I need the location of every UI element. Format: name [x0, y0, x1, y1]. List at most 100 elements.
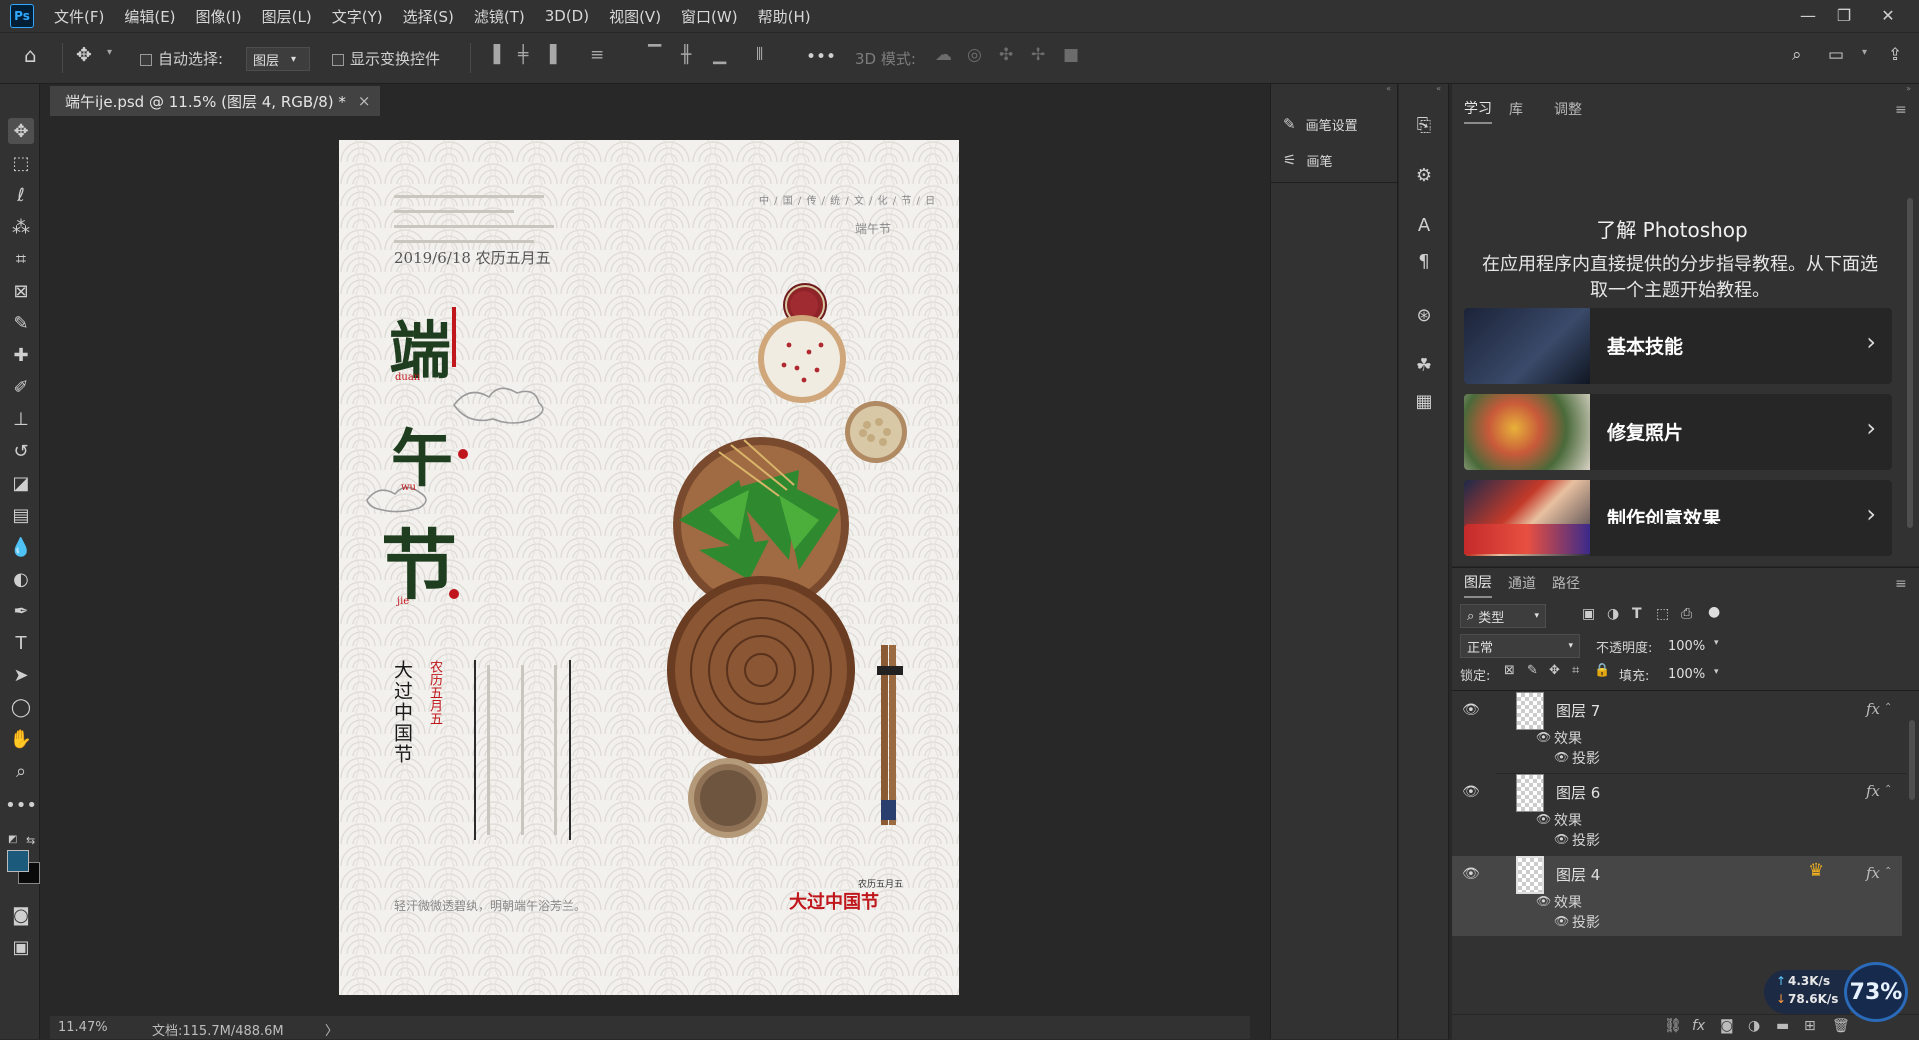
align-center-icon[interactable]: ╪	[518, 45, 528, 65]
tab-paths[interactable]: 路径	[1552, 568, 1580, 598]
learn-scrollbar[interactable]	[1907, 198, 1913, 528]
close-window-button[interactable]: ✕	[1866, 0, 1910, 30]
screen-mode-icon[interactable]: ▣	[8, 934, 34, 960]
align-right-icon[interactable]: ▌	[550, 45, 563, 65]
drop-shadow-eye-icon[interactable]: 👁	[1554, 832, 1569, 846]
layer-filter-dropdown[interactable]: ⌕ 类型 ▾	[1460, 604, 1546, 628]
menu-help[interactable]: 帮助(H)	[758, 6, 811, 27]
layer-fx-icon[interactable]: fx	[1866, 700, 1880, 718]
tab-libraries[interactable]: 库	[1509, 94, 1523, 124]
history-brush-icon[interactable]: ↺	[8, 438, 34, 464]
layer-fx-icon[interactable]: fx	[1866, 864, 1880, 882]
menu-layer[interactable]: 图层(L)	[262, 6, 312, 27]
workspace-chevron-icon[interactable]: ▾	[1862, 47, 1867, 58]
menu-filter[interactable]: 滤镜(T)	[474, 6, 525, 27]
zoom-tool-icon[interactable]: ⌕	[8, 758, 34, 784]
healing-brush-icon[interactable]: ✚	[8, 342, 34, 368]
fill-input[interactable]: 100%	[1668, 662, 1708, 686]
swatches-panel-icon[interactable]: ☘	[1411, 352, 1437, 378]
tab-channels[interactable]: 通道	[1508, 568, 1536, 598]
add-style-icon[interactable]: fx	[1692, 1018, 1705, 1034]
layer-row[interactable]: 👁 图层 7 fx ⌃ 👁 效果 👁 投影	[1452, 692, 1902, 772]
new-adjustment-icon[interactable]: ◑	[1748, 1018, 1760, 1034]
close-document-button[interactable]: ×	[358, 92, 371, 110]
menu-file[interactable]: 文件(F)	[54, 6, 104, 27]
lock-pixels-icon[interactable]: ✎	[1527, 663, 1538, 678]
lock-all-icon[interactable]: 🔒	[1594, 663, 1610, 678]
link-layers-icon[interactable]: ⛓	[1664, 1018, 1682, 1034]
layer-row[interactable]: 👁 图层 6 fx ⌃ 👁 效果 👁 投影	[1452, 774, 1902, 854]
brush-settings-item[interactable]: ✎ 画笔设置	[1283, 110, 1358, 138]
expand-arrow-icon[interactable]: ⌃	[1884, 702, 1892, 713]
panel-menu-icon[interactable]: ≡	[1895, 102, 1907, 118]
expand-arrow-icon[interactable]: ⌃	[1884, 866, 1892, 877]
move-tool-icon[interactable]: ✥	[8, 118, 34, 144]
tab-adjustments[interactable]: 调整	[1554, 94, 1582, 124]
effects-eye-icon[interactable]: 👁	[1536, 730, 1551, 744]
opacity-chevron-icon[interactable]: ▾	[1714, 638, 1719, 648]
search-icon[interactable]: ⌕	[1792, 45, 1802, 65]
ellipse-tool-icon[interactable]: ◯	[8, 694, 34, 720]
move-tool-icon[interactable]: ✥	[76, 44, 92, 66]
layer-fx-icon[interactable]: fx	[1866, 782, 1880, 800]
crop-tool-icon[interactable]: ⌗	[8, 246, 34, 272]
filter-shape-icon[interactable]: ⬚	[1656, 606, 1669, 622]
gradient-tool-icon[interactable]: ▤	[8, 502, 34, 528]
dodge-tool-icon[interactable]: ◐	[8, 566, 34, 592]
effects-eye-icon[interactable]: 👁	[1536, 812, 1551, 826]
home-icon[interactable]: ⌂	[24, 43, 37, 67]
status-expand-arrow[interactable]: 〉	[325, 1020, 338, 1039]
edit-toolbar-icon[interactable]: •••	[5, 792, 37, 818]
filter-type-icon[interactable]: T	[1632, 606, 1642, 622]
lock-position-icon[interactable]: ✥	[1549, 663, 1560, 678]
menu-3d[interactable]: 3D(D)	[545, 7, 589, 25]
collapse-arrows-icon[interactable]: «	[1399, 84, 1449, 94]
tutorial-basic-skills[interactable]: 基本技能 ›	[1464, 308, 1892, 384]
properties-panel-icon[interactable]: ⚙	[1411, 162, 1437, 188]
more-options-button[interactable]: •••	[806, 47, 836, 67]
swap-colors-icon[interactable]: ⇆	[26, 834, 35, 847]
drop-shadow-eye-icon[interactable]: 👁	[1554, 914, 1569, 928]
eraser-tool-icon[interactable]: ◪	[8, 470, 34, 496]
filter-smart-object-icon[interactable]: ⎙	[1681, 606, 1692, 622]
3d-pan-icon[interactable]: ✣	[999, 45, 1013, 65]
align-bottom-icon[interactable]: ▁	[713, 45, 726, 65]
visibility-eye-icon[interactable]: 👁	[1462, 784, 1480, 800]
visibility-eye-icon[interactable]: 👁	[1462, 702, 1480, 718]
show-transform-checkbox[interactable]: 显示变换控件	[332, 48, 440, 69]
brush-tool-icon[interactable]: ✐	[8, 374, 34, 400]
opacity-input[interactable]: 100%	[1668, 634, 1708, 658]
stamp-tool-icon[interactable]: ⊥	[8, 406, 34, 432]
auto-select-checkbox[interactable]: 自动选择:	[140, 48, 223, 69]
distribute-icon[interactable]: ≡	[590, 45, 604, 65]
menu-edit[interactable]: 编辑(E)	[124, 6, 175, 27]
lasso-tool-icon[interactable]: ℓ	[8, 182, 34, 208]
type-tool-icon[interactable]: T	[8, 630, 34, 656]
zoom-level[interactable]: 11.47%	[58, 1020, 108, 1035]
collapse-arrows-icon[interactable]: «	[1271, 84, 1399, 94]
auto-select-dropdown[interactable]: 图层 ▾	[246, 47, 310, 71]
share-icon[interactable]: ⇪	[1888, 45, 1902, 65]
drop-shadow-eye-icon[interactable]: 👁	[1554, 750, 1569, 764]
3d-roll-icon[interactable]: ◎	[967, 45, 982, 65]
filter-toggle-icon[interactable]: ●	[1708, 604, 1720, 620]
expand-arrow-icon[interactable]: ⌃	[1884, 784, 1892, 795]
filter-pixel-icon[interactable]: ▣	[1582, 606, 1595, 622]
restore-button[interactable]: ❐	[1822, 0, 1866, 30]
align-top-icon[interactable]: ▔	[648, 45, 661, 65]
menu-view[interactable]: 视图(V)	[609, 6, 661, 27]
foreground-color-swatch[interactable]	[7, 850, 29, 872]
align-middle-icon[interactable]: ╫	[681, 45, 691, 65]
poster-artboard[interactable]: 2019/6/18 农历五月五 中 / 国 / 传 / 统 / 文 / 化 / …	[339, 140, 959, 995]
lock-artboard-icon[interactable]: ⌗	[1572, 663, 1579, 678]
align-left-icon[interactable]: ▐	[487, 45, 500, 65]
character-panel-icon[interactable]: A	[1411, 212, 1437, 238]
path-selection-icon[interactable]: ➤	[8, 662, 34, 688]
paragraph-panel-icon[interactable]: ¶	[1411, 248, 1437, 274]
blend-mode-dropdown[interactable]: 正常 ▾	[1460, 634, 1580, 658]
hand-tool-icon[interactable]: ✋	[8, 726, 34, 752]
add-mask-icon[interactable]: ◙	[1720, 1018, 1734, 1034]
effects-eye-icon[interactable]: 👁	[1536, 894, 1551, 908]
grid-panel-icon[interactable]: ▦	[1411, 388, 1437, 414]
blur-tool-icon[interactable]: 💧	[8, 534, 34, 560]
